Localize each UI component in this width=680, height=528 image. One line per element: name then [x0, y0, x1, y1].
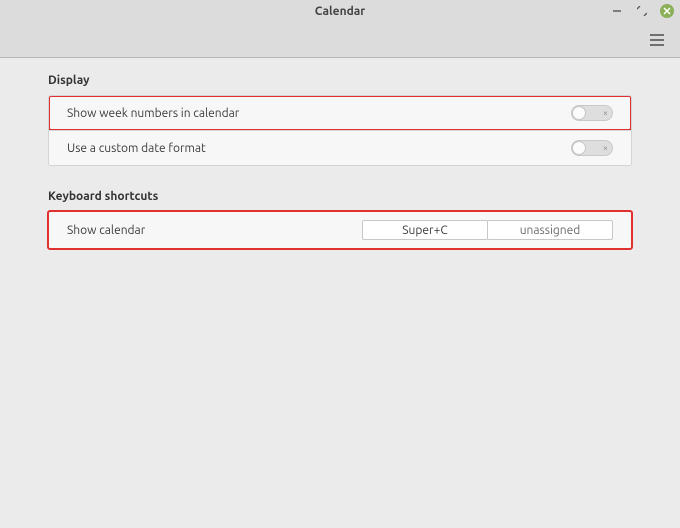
row-week-numbers-label: Show week numbers in calendar: [67, 107, 239, 120]
toggle-off-icon: ×: [603, 109, 608, 118]
content-area: Display Show week numbers in calendar × …: [0, 58, 680, 249]
toggle-knob: [572, 141, 586, 155]
row-custom-date-label: Use a custom date format: [67, 142, 206, 155]
row-show-calendar-label: Show calendar: [67, 224, 362, 237]
section-header-shortcuts: Keyboard shortcuts: [48, 190, 632, 203]
row-show-calendar: Show calendar Super+C unassigned: [49, 212, 631, 248]
shortcuts-panel: Show calendar Super+C unassigned: [48, 211, 632, 249]
window-controls: [610, 0, 674, 22]
title-bar: Calendar: [0, 0, 680, 22]
keybind-secondary[interactable]: unassigned: [487, 220, 613, 240]
window-title: Calendar: [315, 5, 365, 18]
toggle-custom-date[interactable]: ×: [571, 140, 613, 156]
section-header-display: Display: [48, 74, 632, 87]
keybind-primary[interactable]: Super+C: [362, 220, 488, 240]
hamburger-icon: [650, 34, 664, 46]
display-panel: Show week numbers in calendar × Use a cu…: [48, 95, 632, 166]
toggle-off-icon: ×: [603, 144, 608, 153]
close-button[interactable]: [660, 4, 674, 18]
row-custom-date[interactable]: Use a custom date format ×: [49, 130, 631, 165]
toggle-knob: [572, 106, 586, 120]
toolbar: [0, 22, 680, 58]
menu-button[interactable]: [646, 29, 668, 51]
maximize-button[interactable]: [635, 4, 649, 18]
minimize-button[interactable]: [610, 4, 624, 18]
row-week-numbers[interactable]: Show week numbers in calendar ×: [49, 96, 631, 130]
toggle-week-numbers[interactable]: ×: [571, 105, 613, 121]
